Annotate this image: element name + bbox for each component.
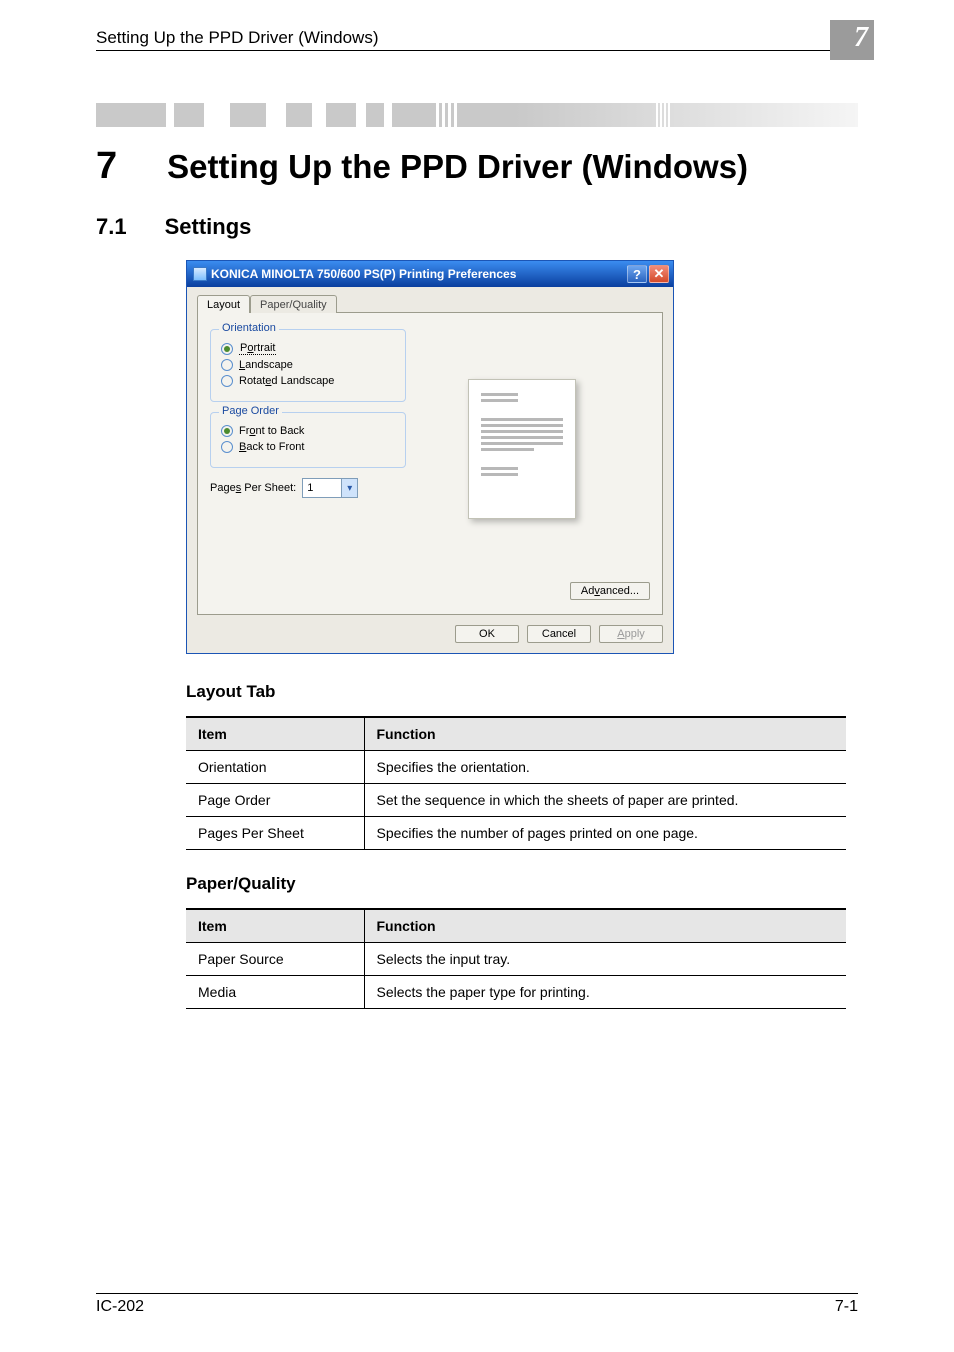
radio-portrait-label: Portrait	[239, 342, 276, 355]
pages-per-sheet-label: Pages Per Sheet:	[210, 482, 296, 494]
dialog-title: KONICA MINOLTA 750/600 PS(P) Printing Pr…	[211, 267, 516, 281]
paper-quality-subheading: Paper/Quality	[186, 874, 858, 894]
table-row: Page Order Set the sequence in which the…	[186, 784, 846, 817]
layout-tab-table: Item Function Orientation Specifies the …	[186, 716, 846, 850]
print-preferences-dialog: KONICA MINOLTA 750/600 PS(P) Printing Pr…	[186, 260, 674, 654]
radio-rotated-landscape-label: Rotated Landscape	[239, 375, 334, 387]
chapter-badge: 7	[830, 20, 874, 60]
page-footer: IC-202 7-1	[96, 1293, 858, 1316]
table-row: Orientation Specifies the orientation.	[186, 751, 846, 784]
table-row: Paper Source Selects the input tray.	[186, 943, 846, 976]
footer-left: IC-202	[96, 1298, 144, 1316]
chapter-title: Setting Up the PPD Driver (Windows)	[167, 148, 748, 186]
advanced-button[interactable]: Advanced...	[570, 582, 650, 600]
col-function: Function	[364, 909, 846, 943]
table-row: Pages Per Sheet Specifies the number of …	[186, 817, 846, 850]
table-row: Media Selects the paper type for printin…	[186, 976, 846, 1009]
radio-portrait[interactable]	[221, 343, 233, 355]
section-title: Settings	[165, 214, 252, 240]
col-item: Item	[186, 717, 364, 751]
orientation-legend: Orientation	[219, 322, 279, 334]
radio-landscape[interactable]	[221, 359, 233, 371]
close-icon: ✕	[654, 266, 665, 282]
layout-tab-subheading: Layout Tab	[186, 682, 858, 702]
footer-right: 7-1	[835, 1298, 858, 1316]
radio-landscape-label: Landscape	[239, 359, 293, 371]
tab-layout[interactable]: Layout	[197, 295, 250, 313]
radio-back-to-front[interactable]	[221, 441, 233, 453]
help-button[interactable]: ?	[627, 265, 647, 283]
chapter-heading: 7 Setting Up the PPD Driver (Windows)	[96, 145, 858, 188]
radio-front-to-back-label: Front to Back	[239, 425, 304, 437]
tab-paper-quality[interactable]: Paper/Quality	[250, 295, 337, 313]
apply-button[interactable]: Apply	[599, 625, 663, 643]
col-item: Item	[186, 909, 364, 943]
radio-back-to-front-label: Back to Front	[239, 441, 304, 453]
col-function: Function	[364, 717, 846, 751]
paper-quality-table: Item Function Paper Source Selects the i…	[186, 908, 846, 1009]
running-head: Setting Up the PPD Driver (Windows)	[96, 28, 858, 51]
pages-per-sheet-row: Pages Per Sheet: 1 ▾	[210, 478, 650, 498]
chapter-number: 7	[96, 145, 117, 188]
tabstrip: Layout Paper/Quality	[197, 295, 663, 313]
ok-button[interactable]: OK	[455, 625, 519, 643]
section-number: 7.1	[96, 214, 127, 240]
page-preview	[468, 379, 576, 519]
tabpanel-layout: Orientation Portrait Landscape Rotated L…	[197, 312, 663, 615]
printer-icon	[193, 267, 207, 281]
chevron-down-icon: ▾	[341, 479, 357, 497]
dialog-button-row: OK Cancel Apply	[197, 625, 663, 643]
section-heading: 7.1 Settings	[96, 214, 858, 240]
radio-front-to-back[interactable]	[221, 425, 233, 437]
running-title: Setting Up the PPD Driver (Windows)	[96, 28, 378, 48]
decorative-band	[96, 103, 858, 127]
cancel-button[interactable]: Cancel	[527, 625, 591, 643]
page-order-legend: Page Order	[219, 405, 282, 417]
pages-per-sheet-select[interactable]: 1 ▾	[302, 478, 358, 498]
pages-per-sheet-value: 1	[303, 482, 341, 494]
orientation-group: Orientation Portrait Landscape Rotated L…	[210, 329, 406, 402]
dialog-titlebar: KONICA MINOLTA 750/600 PS(P) Printing Pr…	[187, 261, 673, 287]
close-button[interactable]: ✕	[649, 265, 669, 283]
radio-rotated-landscape[interactable]	[221, 375, 233, 387]
page-order-group: Page Order Front to Back Back to Front	[210, 412, 406, 468]
